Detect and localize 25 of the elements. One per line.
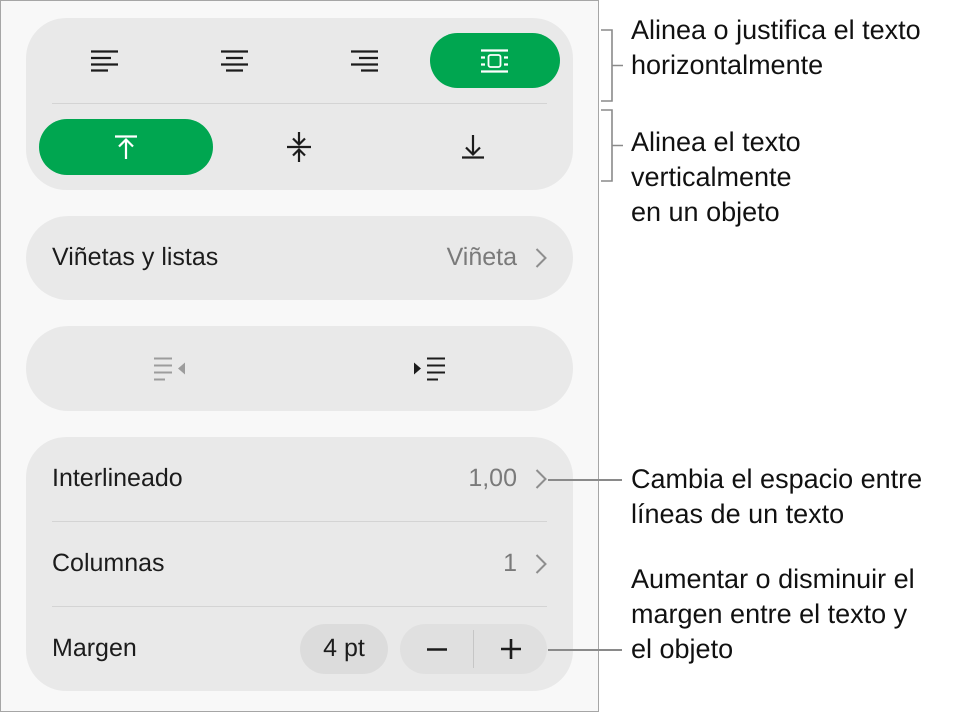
callout-text: Cambia el espacio entre líneas de un texto <box>631 463 924 531</box>
margin-value-field[interactable]: 4 pt <box>300 624 388 674</box>
callout-text: Aumentar o disminuir el margen entre el texto y el objeto <box>631 563 916 666</box>
plus-icon <box>500 639 520 659</box>
setting-label: Columnas <box>52 548 165 580</box>
setting-label: Interlineado <box>52 463 183 494</box>
chevron-right-icon[interactable] <box>535 554 547 574</box>
align-top-icon <box>114 135 137 159</box>
callout-text: Alinea el texto verticalmente en un objeto <box>631 126 802 229</box>
align-left-icon <box>90 50 118 72</box>
align-right-icon <box>351 50 378 72</box>
align-middle-icon <box>287 132 312 162</box>
setting-label: Margen <box>52 633 137 664</box>
setting-value: 1,00 <box>468 463 517 494</box>
setting-value: 1 <box>503 548 517 580</box>
setting-label: Viñetas y listas <box>52 242 218 274</box>
chevron-right-icon[interactable] <box>535 469 547 489</box>
minus-icon <box>426 648 446 650</box>
align-bottom-icon <box>462 135 484 159</box>
bullets-card[interactable]: Viñetas y listas Viñeta <box>26 216 573 300</box>
align-center-icon <box>220 50 248 72</box>
justify-icon <box>481 48 508 72</box>
setting-value: Viñeta <box>446 242 517 274</box>
chevron-right-icon[interactable] <box>535 248 547 268</box>
callout-text: Alinea o justifica el texto horizontalmente <box>631 14 922 82</box>
